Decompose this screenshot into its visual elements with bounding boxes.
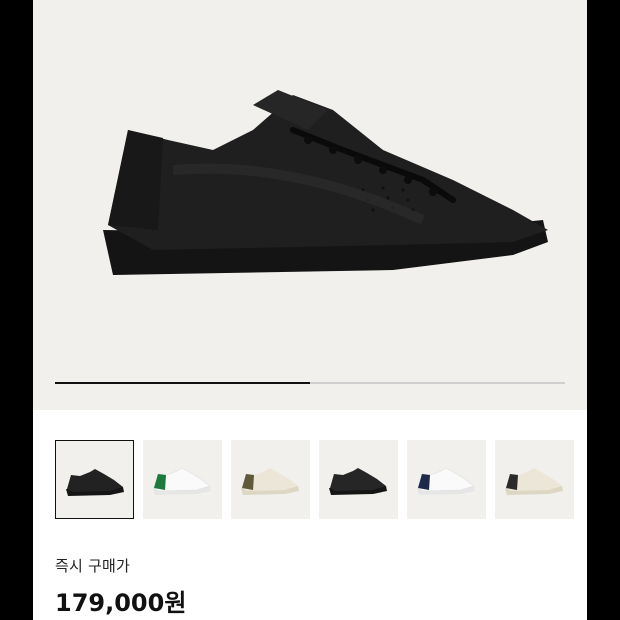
thumbnail-shoe-image (417, 467, 475, 495)
thumbnail-black-black[interactable] (319, 440, 398, 519)
product-image-carousel[interactable] (33, 0, 587, 410)
instant-buy-price-label: 즉시 구매가 (55, 557, 130, 575)
thumbnail-white-navy[interactable] (407, 440, 486, 519)
thumbnail-shoe-image (66, 469, 124, 496)
carousel-progress-fill (55, 382, 310, 384)
thumbnail-black-all[interactable] (55, 440, 134, 519)
thumbnail-shoe-image (241, 468, 299, 495)
thumbnail-cream-black[interactable] (495, 440, 574, 519)
thumbnail-shoe-image (329, 468, 387, 495)
thumbnail-shoe-image (505, 468, 563, 495)
thumbnail-strip (55, 440, 587, 522)
thumbnail-cream-olive[interactable] (231, 440, 310, 519)
carousel-progress-bar (55, 382, 565, 384)
product-hero-image (103, 90, 548, 275)
instant-buy-price: 179,000원 (55, 589, 187, 617)
product-page: 즉시 구매가 179,000원 (33, 0, 587, 620)
thumbnail-shoe-image (153, 467, 211, 495)
thumbnail-white-green[interactable] (143, 440, 222, 519)
